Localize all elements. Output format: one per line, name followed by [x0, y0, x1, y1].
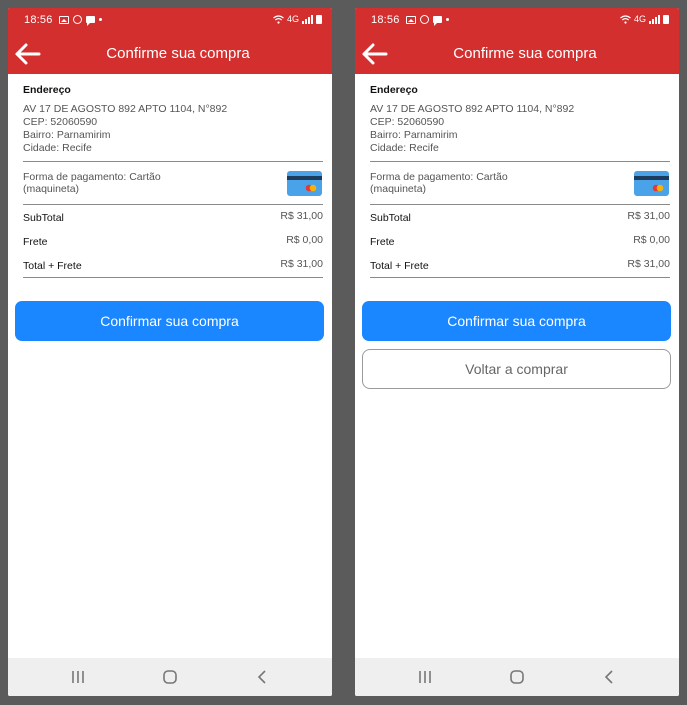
payment-method-detail: (maquineta)	[370, 183, 427, 195]
wifi-icon	[273, 14, 284, 24]
network-type-label: 4G	[286, 14, 299, 24]
nav-back-icon[interactable]	[598, 667, 622, 687]
order-summary: Endereço AV 17 DE AGOSTO 892 APTO 1104, …	[370, 74, 670, 278]
summary-row-subtotal: SubTotal R$ 31,00	[23, 205, 323, 229]
payment-method-label: Forma de pagamento: Cartão	[23, 171, 161, 183]
status-time: 18:56	[24, 14, 53, 26]
address-title: Endereço	[23, 84, 71, 96]
payment-method-detail: (maquineta)	[23, 183, 80, 195]
summary-label: Total + Frete	[370, 260, 429, 272]
address-bairro: Bairro: Parnamirim	[23, 129, 111, 141]
summary-label: Total + Frete	[23, 260, 82, 272]
summary-value: R$ 31,00	[280, 210, 323, 222]
nav-back-icon[interactable]	[251, 667, 275, 687]
summary-value: R$ 0,00	[633, 234, 670, 246]
summary-label: SubTotal	[23, 212, 64, 224]
summary-row-frete: Frete R$ 0,00	[370, 229, 670, 253]
network-type-label: 4G	[633, 14, 646, 24]
status-bar: 18:56 4G	[8, 8, 332, 34]
summary-value: R$ 31,00	[280, 258, 323, 270]
payment-row: Forma de pagamento: Cartão (maquineta)	[23, 162, 323, 204]
address-cep: CEP: 52060590	[23, 116, 98, 128]
whatsapp-icon	[73, 15, 82, 24]
summary-row-total: Total + Frete R$ 31,00	[23, 253, 323, 277]
signal-icon	[302, 14, 313, 24]
wifi-icon	[620, 14, 631, 24]
address-cep: CEP: 52060590	[370, 116, 445, 128]
summary-value: R$ 31,00	[627, 258, 670, 270]
divider	[370, 277, 670, 278]
recents-icon[interactable]	[66, 667, 90, 687]
summary-label: SubTotal	[370, 212, 411, 224]
status-bar: 18:56 4G	[355, 8, 679, 34]
app-bar: Confirme sua compra	[8, 34, 332, 74]
payment-method-label: Forma de pagamento: Cartão	[370, 171, 508, 183]
address-block: AV 17 DE AGOSTO 892 APTO 1104, N°892 CEP…	[370, 103, 670, 155]
order-summary: Endereço AV 17 DE AGOSTO 892 APTO 1104, …	[23, 74, 323, 278]
phone-screen-left: 18:56 4G Confirme sua compra Endereço AV…	[8, 8, 332, 696]
address-block: AV 17 DE AGOSTO 892 APTO 1104, N°892 CEP…	[23, 103, 323, 155]
summary-value: R$ 0,00	[286, 234, 323, 246]
notification-dot-icon	[99, 18, 102, 21]
address-street: AV 17 DE AGOSTO 892 APTO 1104, N°892	[370, 103, 575, 115]
battery-icon	[663, 14, 669, 24]
status-time: 18:56	[371, 14, 400, 26]
phone-screen-right: 18:56 4G Confirme sua compra Endereço AV…	[355, 8, 679, 696]
home-icon[interactable]	[158, 667, 182, 687]
app-bar: Confirme sua compra	[355, 34, 679, 74]
confirm-purchase-button[interactable]: Confirmar sua compra	[362, 301, 671, 341]
page-title: Confirme sua compra	[453, 45, 597, 62]
summary-row-subtotal: SubTotal R$ 31,00	[370, 205, 670, 229]
whatsapp-icon	[420, 15, 429, 24]
confirm-purchase-button[interactable]: Confirmar sua compra	[15, 301, 324, 341]
address-title: Endereço	[370, 84, 418, 96]
signal-icon	[649, 14, 660, 24]
summary-label: Frete	[23, 236, 48, 248]
message-icon	[86, 16, 95, 26]
page-title: Confirme sua compra	[106, 45, 250, 62]
gallery-icon	[59, 15, 69, 24]
recents-icon[interactable]	[413, 667, 437, 687]
address-cidade: Cidade: Recife	[23, 142, 92, 154]
battery-icon	[316, 14, 322, 24]
payment-row: Forma de pagamento: Cartão (maquineta)	[370, 162, 670, 204]
credit-card-icon[interactable]	[634, 171, 669, 196]
continue-shopping-button[interactable]: Voltar a comprar	[362, 349, 671, 389]
gallery-icon	[406, 15, 416, 24]
message-icon	[433, 16, 442, 26]
credit-card-icon[interactable]	[287, 171, 322, 196]
summary-row-total: Total + Frete R$ 31,00	[370, 253, 670, 277]
divider	[23, 277, 323, 278]
summary-row-frete: Frete R$ 0,00	[23, 229, 323, 253]
system-nav-bar	[8, 658, 332, 696]
summary-value: R$ 31,00	[627, 210, 670, 222]
system-nav-bar	[355, 658, 679, 696]
notification-dot-icon	[446, 18, 449, 21]
home-icon[interactable]	[505, 667, 529, 687]
address-street: AV 17 DE AGOSTO 892 APTO 1104, N°892	[23, 103, 228, 115]
address-cidade: Cidade: Recife	[370, 142, 439, 154]
address-bairro: Bairro: Parnamirim	[370, 129, 458, 141]
summary-label: Frete	[370, 236, 395, 248]
